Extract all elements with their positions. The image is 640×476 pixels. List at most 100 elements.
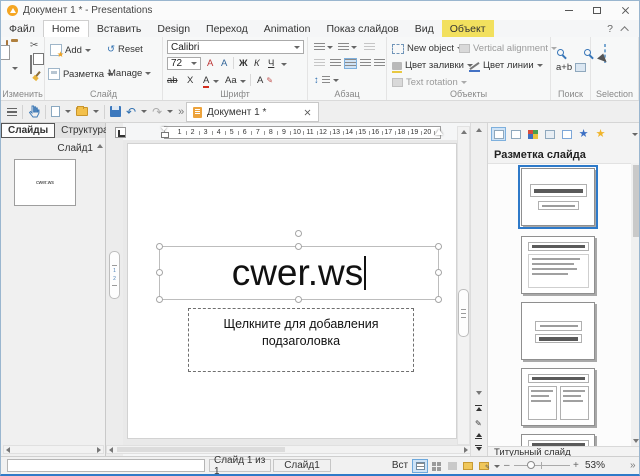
- font-size-select[interactable]: 72: [167, 57, 201, 70]
- quickbar-overflow[interactable]: »: [178, 106, 184, 118]
- scroll-right-icon[interactable]: [97, 447, 101, 453]
- new-object-button[interactable]: New object: [392, 43, 463, 54]
- background-pane-button[interactable]: [542, 127, 557, 141]
- favorites-blue-button[interactable]: ★: [576, 127, 591, 141]
- font-family-select[interactable]: Calibri: [167, 40, 304, 54]
- bullets-button[interactable]: [314, 43, 325, 52]
- selection-handle[interactable]: [295, 243, 302, 250]
- change-case-dropdown[interactable]: [240, 80, 246, 83]
- increase-indent-button[interactable]: [364, 43, 375, 52]
- color-scheme-button[interactable]: [525, 127, 540, 141]
- statusbar-overflow[interactable]: »: [630, 460, 636, 471]
- line-spacing-button[interactable]: ↕: [314, 75, 339, 86]
- slideshow-button[interactable]: [461, 460, 475, 472]
- selection-handle[interactable]: [156, 243, 163, 250]
- save-icon[interactable]: [110, 106, 121, 117]
- selection-handle[interactable]: [295, 296, 302, 303]
- layout-pane-button[interactable]: [491, 127, 506, 141]
- bullets-dropdown[interactable]: [327, 46, 333, 49]
- change-case-button[interactable]: Aa: [225, 75, 237, 86]
- tab-insert[interactable]: Вставить: [89, 20, 150, 37]
- replace-button[interactable]: a+b: [556, 62, 572, 73]
- rotation-handle[interactable]: [295, 230, 302, 237]
- open-file-icon[interactable]: [76, 106, 88, 116]
- line-color-button[interactable]: Цвет линии: [469, 60, 543, 72]
- numbering-button[interactable]: [338, 43, 349, 52]
- help-button[interactable]: ?: [607, 23, 613, 35]
- layout-thumbnail-title-content[interactable]: [521, 236, 595, 294]
- left-splitter-handle[interactable]: 12: [109, 251, 120, 299]
- slide-thumbnail[interactable]: cwer.ws: [14, 159, 76, 206]
- selection-handle[interactable]: [156, 269, 163, 276]
- status-note-input[interactable]: [7, 459, 205, 472]
- fill-color-button[interactable]: Цвет заливки: [392, 60, 473, 73]
- paste-button[interactable]: [6, 40, 8, 59]
- document-tab[interactable]: Документ 1 *: [186, 102, 319, 122]
- search-icon[interactable]: [557, 49, 564, 56]
- scroll-left-icon[interactable]: [6, 447, 10, 453]
- view-options-dropdown[interactable]: [494, 465, 500, 468]
- right-splitter-handle[interactable]: [458, 289, 469, 337]
- new-document-dropdown[interactable]: [65, 110, 71, 113]
- font-color-dropdown[interactable]: [213, 80, 219, 83]
- document-tab-close-icon[interactable]: [304, 108, 311, 115]
- editing-canvas[interactable]: cwer.ws Щелкните для добавления подзагол…: [123, 140, 457, 445]
- undo-icon[interactable]: ↶: [126, 105, 136, 119]
- title-textbox[interactable]: cwer.ws: [156, 230, 442, 303]
- tab-design[interactable]: Design: [149, 20, 198, 37]
- text-rotation-button[interactable]: Text rotation: [392, 77, 467, 88]
- justify-button[interactable]: [374, 59, 385, 68]
- layout-scroll-down-icon[interactable]: [633, 439, 639, 443]
- sidebar-options-dropdown[interactable]: [632, 132, 638, 136]
- undo-dropdown[interactable]: [141, 110, 148, 113]
- canvas-hscrollbar[interactable]: [106, 445, 471, 454]
- collapse-ribbon-icon[interactable]: [620, 25, 629, 35]
- decrease-indent-button[interactable]: [314, 59, 325, 68]
- tab-transition[interactable]: Переход: [198, 20, 256, 37]
- grow-font-button[interactable]: A: [207, 58, 213, 69]
- indent-marker-left[interactable]: [161, 127, 169, 138]
- slide-surface[interactable]: cwer.ws Щелкните для добавления подзагол…: [128, 144, 456, 438]
- close-button[interactable]: [611, 1, 639, 20]
- tab-stop-selector[interactable]: [115, 127, 126, 138]
- scroll-right-icon[interactable]: [464, 447, 468, 453]
- selection-handle[interactable]: [156, 296, 163, 303]
- strikethrough-button[interactable]: ab: [167, 75, 178, 86]
- layout-thumbnail-title-slide[interactable]: [518, 165, 598, 229]
- layout-scroll-thumb[interactable]: [633, 165, 639, 237]
- selection-handle[interactable]: [435, 243, 442, 250]
- layout-list-scrollbar[interactable]: [631, 163, 639, 446]
- normal-view-button[interactable]: [412, 459, 428, 473]
- new-document-icon[interactable]: [51, 106, 60, 117]
- minimize-button[interactable]: [555, 1, 583, 20]
- slide-layout-button[interactable]: Разметка: [48, 68, 114, 80]
- layout-thumbnail-two-content[interactable]: [521, 368, 595, 426]
- first-slide-icon[interactable]: [475, 405, 482, 411]
- shrink-font-button[interactable]: A: [221, 58, 227, 69]
- pen-tool-icon[interactable]: ✎: [475, 419, 482, 428]
- tab-home[interactable]: Home: [42, 20, 89, 37]
- selection-tool-button[interactable]: [604, 44, 606, 63]
- slide-sorter-button[interactable]: [429, 460, 443, 472]
- gutter-scroll-up-icon[interactable]: [476, 128, 482, 132]
- next-slide-icon[interactable]: [475, 445, 482, 451]
- copy-button[interactable]: [30, 55, 32, 74]
- gutter-scroll-down-icon[interactable]: [476, 391, 482, 395]
- indent-marker-right[interactable]: [435, 129, 443, 135]
- favorites-yellow-button[interactable]: ★: [593, 127, 608, 141]
- title-text[interactable]: cwer.ws: [232, 252, 364, 294]
- maximize-button[interactable]: [583, 1, 611, 20]
- manage-slides-button[interactable]: Manage: [108, 68, 639, 474]
- selection-handle[interactable]: [435, 269, 442, 276]
- select-pane-icon[interactable]: [575, 63, 586, 72]
- bold-button[interactable]: Ж: [239, 58, 248, 69]
- panel-scroll-up-icon[interactable]: [97, 144, 103, 148]
- font-color-button[interactable]: A: [203, 75, 210, 88]
- hscroll-thumb[interactable]: [117, 447, 285, 452]
- zoom-slider-thumb[interactable]: [527, 461, 535, 469]
- tab-file[interactable]: Файл: [1, 20, 43, 37]
- cut-button[interactable]: ✂: [30, 41, 38, 51]
- tab-animation[interactable]: Animation: [256, 20, 319, 37]
- layout-thumbnail-partial[interactable]: [521, 434, 595, 446]
- zoom-in-button[interactable]: +: [573, 460, 579, 471]
